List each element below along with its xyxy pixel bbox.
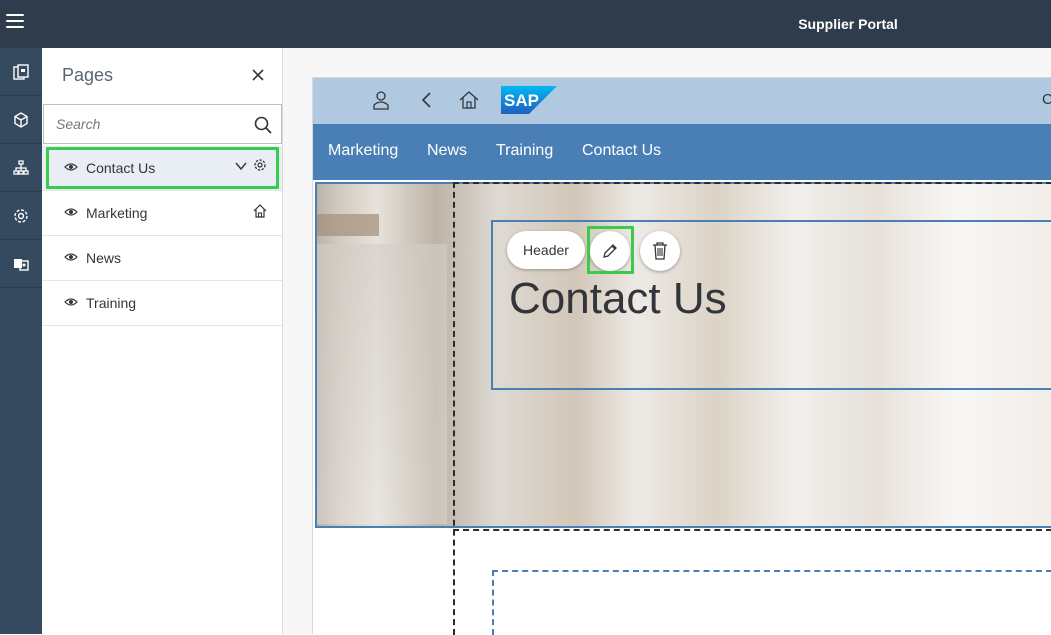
pages-icon [13, 63, 29, 80]
search-input[interactable] [56, 116, 236, 132]
page-item-news[interactable]: News [42, 236, 282, 281]
eye-icon[interactable] [64, 252, 78, 262]
cube-icon [14, 111, 28, 128]
close-icon[interactable] [249, 66, 267, 84]
trash-icon [653, 242, 667, 260]
page-item-training[interactable]: Training [42, 281, 282, 326]
section-guide-top [453, 182, 1051, 184]
highlight-frame [46, 147, 279, 189]
page-item-label: Training [86, 295, 137, 311]
portal-title: Supplier Portal [798, 16, 898, 32]
panel-title: Pages [62, 65, 114, 85]
header-text: C [1042, 91, 1051, 108]
rail-extensions[interactable] [0, 240, 42, 288]
section-guide-bottom [453, 529, 1051, 531]
shell-bar: Supplier Portal [0, 0, 1051, 48]
rail-sitemap[interactable] [0, 144, 42, 192]
page-heading[interactable]: Contact Us [509, 274, 727, 324]
header-chip[interactable]: Header [507, 231, 585, 269]
menu-icon[interactable] [6, 14, 24, 32]
hero-shelf-blur [317, 244, 447, 524]
hero-shelf [317, 214, 379, 236]
search-field [43, 104, 282, 144]
eye-icon[interactable] [64, 297, 78, 307]
delete-button[interactable] [640, 231, 680, 271]
back-icon[interactable] [417, 90, 437, 110]
nav-news[interactable]: News [427, 142, 467, 160]
gear-icon [14, 208, 28, 223]
empty-section[interactable] [492, 570, 1051, 635]
rail-settings[interactable] [0, 192, 42, 240]
page-item-label: Marketing [86, 205, 148, 221]
sap-logo-text: SAP [504, 91, 539, 110]
user-icon[interactable] [371, 90, 391, 110]
nav-contact-us[interactable]: Contact Us [582, 142, 661, 160]
editor-canvas: SAP C Marketing News Training Contact Us… [283, 48, 1051, 635]
section-guide-vertical [453, 182, 455, 635]
page-item-marketing[interactable]: Marketing [42, 191, 282, 236]
extensions-icon [14, 258, 29, 271]
sap-logo: SAP [501, 86, 557, 114]
pages-panel: Pages Contact Us Marketing News Training [42, 48, 283, 634]
rail-content[interactable] [0, 96, 42, 144]
eye-icon[interactable] [64, 207, 78, 217]
nav-marketing[interactable]: Marketing [328, 142, 398, 160]
home-icon [253, 204, 267, 218]
site-header: SAP C [313, 78, 1051, 124]
home-icon[interactable] [459, 90, 479, 110]
sitemap-icon [13, 159, 29, 175]
page-item-label: News [86, 250, 122, 266]
search-icon[interactable] [253, 115, 273, 135]
side-rail [0, 48, 42, 634]
nav-training[interactable]: Training [496, 142, 553, 160]
site-preview: SAP C Marketing News Training Contact Us… [312, 77, 1051, 635]
edit-highlight-frame [587, 226, 634, 274]
site-nav: Marketing News Training Contact Us [313, 124, 1051, 180]
rail-pages[interactable] [0, 48, 42, 96]
